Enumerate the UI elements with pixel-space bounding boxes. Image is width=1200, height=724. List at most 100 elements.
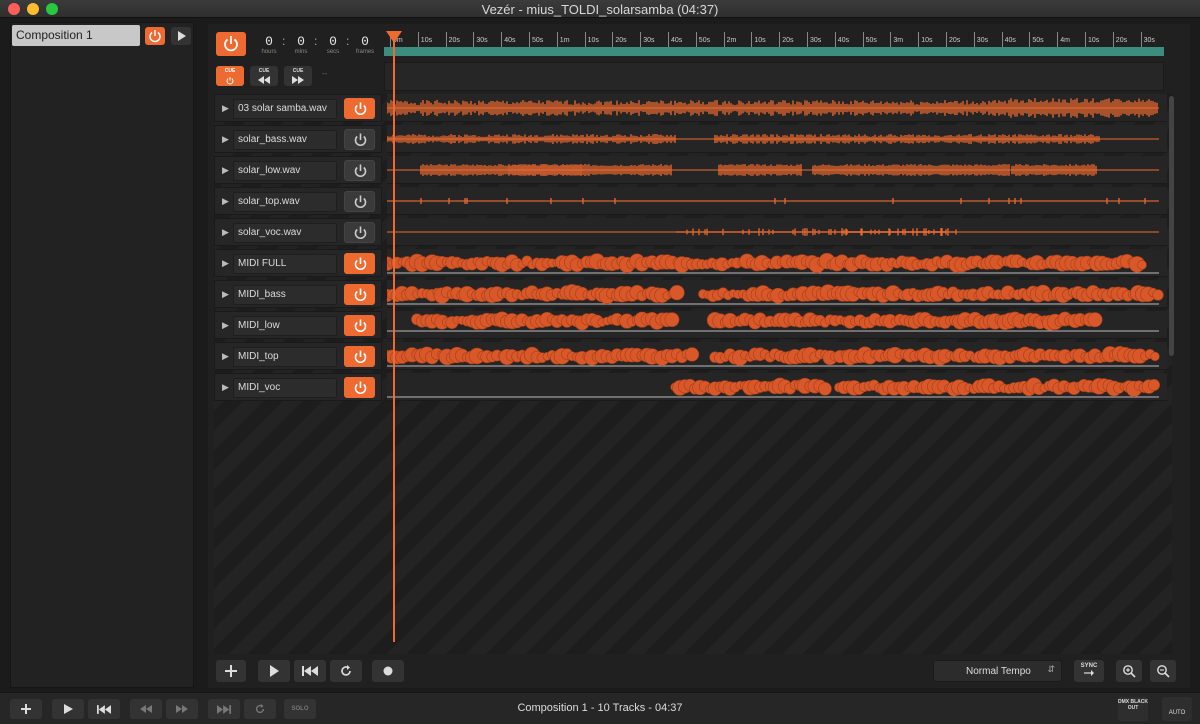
ruler-tick-label: 30s	[1140, 32, 1155, 47]
track-lane[interactable]	[387, 125, 1167, 153]
expand-triangle-icon[interactable]: ▶	[222, 165, 229, 176]
track-power-button[interactable]	[344, 315, 375, 336]
track-power-button[interactable]	[344, 346, 375, 367]
track-name-field[interactable]: MIDI FULL	[233, 254, 337, 274]
zoom-in-button[interactable]	[1116, 660, 1142, 682]
add-track-button[interactable]	[216, 660, 246, 682]
track-name-field[interactable]: solar_low.wav	[233, 161, 337, 181]
track-name-field[interactable]: MIDI_top	[233, 347, 337, 367]
expand-triangle-icon[interactable]: ▶	[222, 196, 229, 207]
track-lane[interactable]	[387, 249, 1167, 277]
track-row: ▶ MIDI FULL	[214, 249, 1172, 279]
expand-triangle-icon[interactable]: ▶	[222, 134, 229, 145]
cue-next-button[interactable]: CUE	[284, 66, 312, 86]
cue-label: CUE	[258, 68, 270, 74]
auto-button[interactable]: AUTO	[1162, 697, 1192, 721]
loop-icon	[341, 665, 351, 676]
playhead-line[interactable]	[393, 32, 395, 642]
timeline-ruler[interactable]: 0m 10s 20s 30s 40s 50s 1m 10s 20s 30s 40s 50s 2m 10s 2…	[384, 32, 1164, 56]
track-row: ▶ MIDI_bass	[214, 280, 1172, 310]
track-row: ▶ MIDI_voc	[214, 373, 1172, 403]
ruler-tick-label: 10s	[584, 32, 599, 47]
track-power-button[interactable]	[344, 253, 375, 274]
composition-play-button[interactable]	[171, 27, 191, 45]
zoom-out-button[interactable]	[1150, 660, 1176, 682]
status-text: Composition 1 - 10 Tracks - 04:37	[517, 702, 683, 714]
track-name-field[interactable]: solar_top.wav	[233, 192, 337, 212]
cue-previous-button[interactable]: CUE	[250, 66, 278, 86]
rewind-to-start-button[interactable]	[294, 660, 326, 682]
title-bar: Vezér - mius_TOLDI_solarsamba (04:37)	[0, 0, 1200, 18]
track-name-field[interactable]: 03 solar samba.wav	[233, 99, 337, 119]
track-name-field[interactable]: MIDI_low	[233, 316, 337, 336]
track-power-button[interactable]	[344, 191, 375, 212]
record-button[interactable]	[372, 660, 404, 682]
play-button[interactable]	[258, 660, 290, 682]
composition-item[interactable]: Composition 1	[12, 25, 140, 46]
ruler-tick-label: 20s	[1112, 32, 1127, 47]
tempo-label: Normal Tempo	[966, 666, 1031, 677]
zoom-in-icon	[1123, 665, 1136, 678]
track-row: ▶ solar_top.wav	[214, 187, 1172, 217]
composition-power-button[interactable]	[145, 27, 165, 45]
global-power-button[interactable]	[216, 32, 246, 56]
expand-triangle-icon[interactable]: ▶	[222, 258, 229, 269]
track-lane[interactable]	[387, 94, 1167, 122]
expand-triangle-icon[interactable]: ▶	[222, 382, 229, 393]
updown-caret-icon: ⇵	[1047, 664, 1055, 674]
track-power-button[interactable]	[344, 160, 375, 181]
track-lane[interactable]	[387, 342, 1167, 370]
track-power-button[interactable]	[344, 222, 375, 243]
track-header: ▶ 03 solar samba.wav	[214, 94, 382, 122]
track-lane[interactable]	[387, 187, 1167, 215]
track-name-field[interactable]: MIDI_voc	[233, 378, 337, 398]
ruler-tick-label: 50s	[862, 32, 877, 47]
window-title: Vezér - mius_TOLDI_solarsamba (04:37)	[481, 2, 719, 17]
tempo-select[interactable]: Normal Tempo ⇵	[933, 660, 1062, 682]
track-lane[interactable]	[387, 280, 1167, 308]
expand-triangle-icon[interactable]: ▶	[222, 320, 229, 331]
track-name-field[interactable]: solar_voc.wav	[233, 223, 337, 243]
track-lane[interactable]	[387, 311, 1167, 339]
track-name-field[interactable]: MIDI_bass	[233, 285, 337, 305]
power-icon	[354, 133, 367, 146]
expand-triangle-icon[interactable]: ▶	[222, 103, 229, 114]
cue-power-button[interactable]: CUE	[216, 66, 244, 86]
track-lane[interactable]	[387, 218, 1167, 246]
track-row: ▶ solar_low.wav	[214, 156, 1172, 186]
status-bar: SOLO Composition 1 - 10 Tracks - 04:37 D…	[0, 692, 1200, 724]
timecode-frames: 0	[361, 34, 369, 49]
cue-lane[interactable]	[384, 62, 1164, 91]
cue-extra: --	[322, 69, 328, 78]
loop-button[interactable]	[330, 660, 362, 682]
timecode-hours-label: hours	[261, 49, 277, 55]
expand-triangle-icon[interactable]: ▶	[222, 227, 229, 238]
midi-events	[387, 284, 1164, 305]
waveform	[387, 134, 1159, 144]
power-icon	[354, 319, 367, 332]
track-power-button[interactable]	[344, 129, 375, 150]
play-icon	[270, 665, 279, 677]
ruler-tick-label: 10s	[751, 32, 766, 47]
ruler-tick-label: 20s	[779, 32, 793, 47]
tracks-scrollbar[interactable]	[1169, 96, 1174, 356]
timeline-range-bar[interactable]	[384, 47, 1164, 56]
track-header: ▶ solar_top.wav	[214, 187, 382, 215]
track-power-button[interactable]	[344, 98, 375, 119]
track-name-field[interactable]: solar_bass.wav	[233, 130, 337, 150]
ruler-tick-label: 30s	[807, 32, 821, 47]
ruler-tick-label: 10s	[417, 32, 432, 47]
track-power-button[interactable]	[344, 284, 375, 305]
ruler-tick-label: 1m	[556, 32, 570, 47]
track-lane[interactable]	[387, 156, 1167, 184]
power-icon	[354, 195, 367, 208]
arrow-right-icon	[1084, 670, 1094, 676]
dmx-blackout-button[interactable]: DMX BLACK OUT	[1118, 697, 1148, 721]
power-icon	[354, 226, 367, 239]
track-power-button[interactable]	[344, 377, 375, 398]
sync-button[interactable]: SYNC	[1074, 660, 1104, 682]
ruler-tick-label: 30s	[473, 32, 488, 47]
track-lane[interactable]	[387, 373, 1167, 401]
expand-triangle-icon[interactable]: ▶	[222, 289, 229, 300]
expand-triangle-icon[interactable]: ▶	[222, 351, 229, 362]
